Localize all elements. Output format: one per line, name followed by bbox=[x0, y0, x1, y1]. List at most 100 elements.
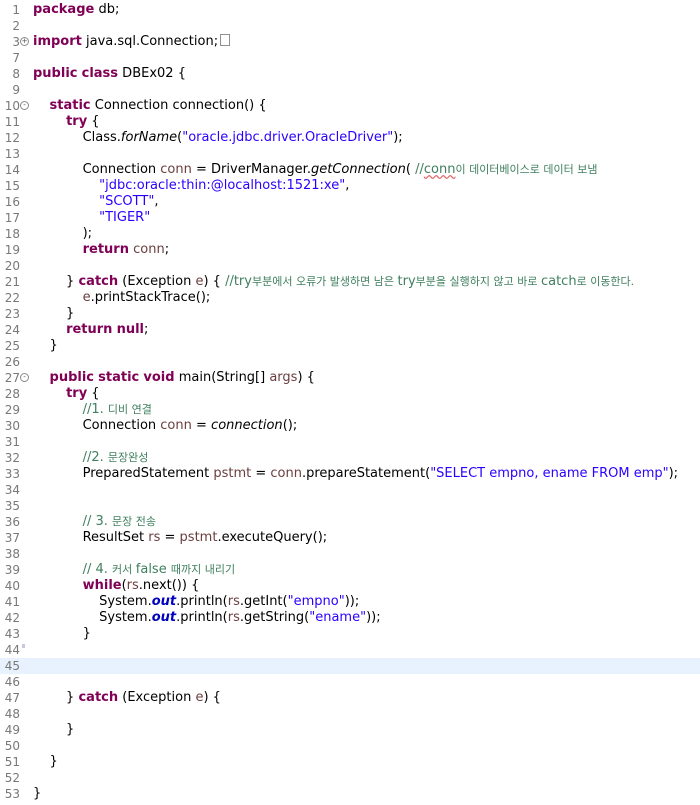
code-text: Class.forName("oracle.jdbc.driver.Oracle… bbox=[33, 130, 403, 146]
code-line[interactable]: 29 //1. 디비 연결 bbox=[0, 402, 700, 418]
code-line[interactable]: 32 //2. 문장완성 bbox=[0, 450, 700, 466]
code-line[interactable]: 11 try { bbox=[0, 114, 700, 130]
line-number: 26 bbox=[4, 355, 20, 369]
code-text: public static void main(String[] args) { bbox=[33, 370, 315, 386]
code-line[interactable]: 24 return null; bbox=[0, 322, 700, 338]
code-line[interactable]: 25 } bbox=[0, 338, 700, 354]
code-line[interactable]: 41 System.out.println(rs.getInt("empno")… bbox=[0, 594, 700, 610]
code-token: "TIGER" bbox=[99, 210, 151, 225]
code-token: = bbox=[191, 418, 212, 433]
code-line[interactable]: 16 "SCOTT", bbox=[0, 194, 700, 210]
code-text: //1. 디비 연결 bbox=[33, 402, 152, 418]
code-line[interactable]: 21 } catch (Exception e) { //try부분에서 오류가… bbox=[0, 274, 700, 290]
code-line[interactable]: 2 bbox=[0, 18, 700, 34]
code-line[interactable]: 44 bbox=[0, 642, 700, 658]
code-line[interactable]: 18 ); bbox=[0, 226, 700, 242]
code-text: } catch (Exception e) { bbox=[33, 690, 221, 706]
code-line[interactable]: 28 try { bbox=[0, 386, 700, 402]
code-line[interactable]: 47 } catch (Exception e) { bbox=[0, 690, 700, 706]
code-line[interactable]: 23 } bbox=[0, 306, 700, 322]
code-text: package db; bbox=[33, 2, 119, 18]
code-token: out bbox=[151, 610, 177, 625]
code-line[interactable]: 1 package db; bbox=[0, 2, 700, 18]
code-line[interactable]: 53} bbox=[0, 786, 700, 802]
code-token: .getInt( bbox=[239, 594, 288, 609]
code-token: .prepareStatement( bbox=[301, 466, 431, 481]
code-line[interactable]: 34 bbox=[0, 482, 700, 498]
code-text: Connection conn = DriverManager.getConne… bbox=[33, 162, 598, 178]
code-line[interactable]: 30 Connection conn = connection(); bbox=[0, 418, 700, 434]
code-line[interactable]: 38 bbox=[0, 546, 700, 562]
code-token: "oracle.jdbc.driver.OracleDriver" bbox=[182, 130, 394, 145]
code-line[interactable]: 19 return conn; bbox=[0, 242, 700, 258]
code-token: catch bbox=[78, 690, 119, 705]
line-number: 27 bbox=[4, 371, 20, 385]
code-text: //2. 문장완성 bbox=[33, 450, 149, 466]
code-line[interactable]: 48 bbox=[0, 706, 700, 722]
fold-expand-icon[interactable]: + bbox=[20, 37, 29, 46]
code-token: static bbox=[49, 98, 91, 113]
code-token: try bbox=[397, 274, 416, 289]
code-line[interactable]: 42 System.out.println(rs.getString("enam… bbox=[0, 610, 700, 626]
code-line[interactable]: 40 while(rs.next()) { bbox=[0, 578, 700, 594]
code-text: "jdbc:oracle:thin:@localhost:1521:xe", bbox=[33, 178, 349, 194]
line-number: 42 bbox=[4, 611, 20, 625]
code-line[interactable]: 37 ResultSet rs = pstmt.executeQuery(); bbox=[0, 530, 700, 546]
code-token: ); bbox=[393, 130, 403, 145]
code-line[interactable]: 3 + import java.sql.Connection; bbox=[0, 34, 700, 50]
code-line[interactable]: 10- static Connection connection() { bbox=[0, 98, 700, 114]
code-line[interactable]: 50 bbox=[0, 738, 700, 754]
code-line[interactable]: 33 PreparedStatement pstmt = conn.prepar… bbox=[0, 466, 700, 482]
line-number: 18 bbox=[4, 227, 20, 241]
code-text: Connection conn = connection(); bbox=[33, 418, 298, 434]
code-line[interactable]: 7 bbox=[0, 50, 700, 66]
fold-collapse-icon[interactable]: - bbox=[20, 373, 29, 382]
code-line[interactable]: 20 bbox=[0, 258, 700, 274]
code-token: Class. bbox=[33, 130, 121, 145]
code-token: "empno" bbox=[287, 594, 345, 609]
code-line[interactable]: 43 } bbox=[0, 626, 700, 642]
line-number: 21 bbox=[4, 275, 20, 289]
code-line[interactable]: 51 } bbox=[0, 754, 700, 770]
code-token: getConnection bbox=[310, 162, 406, 177]
code-token: out bbox=[151, 594, 177, 609]
code-token: conn bbox=[423, 162, 456, 177]
line-number: 47 bbox=[4, 691, 20, 705]
code-token: e bbox=[82, 290, 91, 305]
code-token: java.sql.Connection; bbox=[81, 34, 219, 49]
code-line[interactable]: 13 bbox=[0, 146, 700, 162]
code-line[interactable]: 49 } bbox=[0, 722, 700, 738]
code-line[interactable]: 9 bbox=[0, 82, 700, 98]
code-line[interactable]: 36 // 3. 문장 전송 bbox=[0, 514, 700, 530]
code-token: false bbox=[135, 562, 171, 577]
folded-block-icon[interactable] bbox=[220, 34, 231, 46]
code-line[interactable]: 17 "TIGER" bbox=[0, 210, 700, 226]
code-line[interactable]: 22 e.printStackTrace(); bbox=[0, 290, 700, 306]
code-line[interactable]: 52 bbox=[0, 770, 700, 786]
fold-collapse-icon[interactable]: - bbox=[20, 101, 29, 110]
code-line[interactable]: 26 bbox=[0, 354, 700, 370]
code-line-current[interactable]: 45 bbox=[0, 658, 700, 674]
code-line[interactable]: 39 // 4. 커서 false 때까지 내리기 bbox=[0, 562, 700, 578]
code-text: while(rs.next()) { bbox=[33, 578, 200, 594]
code-text: } bbox=[33, 722, 74, 738]
code-token: PreparedStatement bbox=[33, 466, 214, 481]
code-token: ) { bbox=[297, 370, 315, 385]
code-token: ) { bbox=[203, 274, 226, 289]
code-line[interactable]: 8 public class DBEx02 { bbox=[0, 66, 700, 82]
code-line[interactable]: 12 Class.forName("oracle.jdbc.driver.Ora… bbox=[0, 130, 700, 146]
code-line[interactable]: 35 bbox=[0, 498, 700, 514]
code-line[interactable]: 46 bbox=[0, 674, 700, 690]
code-line[interactable]: 14 Connection conn = DriverManager.getCo… bbox=[0, 162, 700, 178]
code-editor[interactable]: 1 package db; 2 3 + import java.sql.Connectio… bbox=[0, 0, 700, 805]
code-line[interactable]: 31 bbox=[0, 434, 700, 450]
code-line[interactable]: 27- public static void main(String[] arg… bbox=[0, 370, 700, 386]
code-line[interactable]: 15 "jdbc:oracle:thin:@localhost:1521:xe"… bbox=[0, 178, 700, 194]
line-number: 13 bbox=[4, 147, 20, 161]
